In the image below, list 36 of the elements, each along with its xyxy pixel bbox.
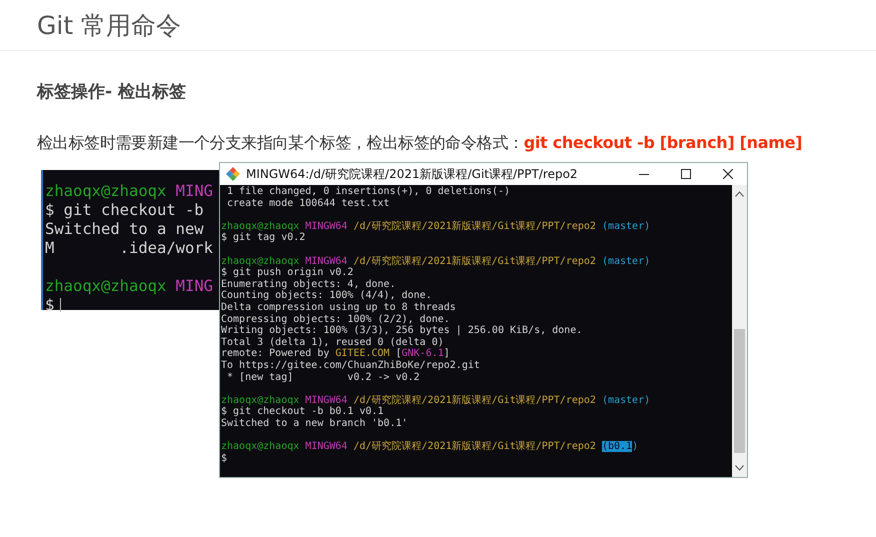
terminal-line: zhaoqx@zhaoqx MINGW64 /d/研究院课程/2021新版课程/Git课程/PPT/repo2 (master) [221, 220, 650, 232]
terminal-line: Switched to a new branch 'b0.1' [221, 418, 408, 430]
terminal-line: $ git checkout -b b0.1 v0.1 [221, 406, 384, 418]
terminal-line: zhaoqx@zhaoqx MINGW64 /d/研究院课程/2021新版课程/Git课程/PPT/repo2 (b0.1) [221, 440, 638, 453]
close-icon[interactable] [723, 169, 733, 179]
scroll-up-icon[interactable] [735, 191, 744, 197]
terminal-line: Compressing objects: 100% (2/2), done. [221, 314, 450, 325]
maximize-icon[interactable] [681, 169, 691, 179]
terminal-line: zhaoqx@zhaoqx MINGW64 /d/研究院课程/2021新版课程/Git课程/PPT/repo2 (master) [221, 394, 650, 406]
terminal-line: $ [45, 296, 62, 315]
terminal-line: zhaoqx@zhaoqx MINGW64 /d/研究院课程/2021新版课程/Git课程/PPT/repo2 (master) [221, 254, 650, 267]
terminal-line: $ [221, 452, 228, 464]
terminal-line: zhaoqx@zhaoqx MING [45, 276, 213, 296]
terminal-line: $ git tag v0.2 [221, 232, 306, 244]
terminal-line: Writing objects: 100% (3/3), 256 bytes | 256.00 KiB/s, done. [221, 325, 582, 337]
scrollbar[interactable] [732, 185, 747, 477]
terminal-line: * [new tag] v0.2 -> v0.2 [226, 372, 420, 384]
terminal-line: remote: Powered by GITEE.COM [GNK-6.1] [221, 348, 450, 360]
terminal-line: create mode 100644 test.txt [226, 198, 390, 210]
terminal-line: $ git push origin v0.2 [221, 267, 354, 279]
terminal-line: Enumerating objects: 4, done. [221, 278, 396, 290]
terminal-line: 1 file changed, 0 insertions(+), 0 deletions(-) [226, 186, 510, 198]
terminal-line: Delta compression using up to 8 threads [221, 302, 456, 314]
slide-title: Git 常用命令 [37, 10, 182, 42]
window-title: MINGW64:/d/研究院课程/2021新版课程/Git课程/PPT/repo2 [246, 166, 578, 182]
terminal-line: zhaoqx@zhaoqx MING [45, 182, 213, 201]
terminal-line: $ git checkout -b [45, 201, 204, 220]
terminal-line: M .idea/work [45, 239, 213, 258]
terminal-line: Switched to a new [45, 220, 204, 239]
description-text: 检出标签时需要新建一个分支来指向某个标签，检出标签的命令格式：git checkout -b [branch] [name] [37, 133, 804, 154]
terminal-line: Counting objects: 100% (4/4), done. [221, 290, 432, 302]
section-heading: 标签操作- 检出标签 [37, 81, 187, 103]
diamond-logo-icon [226, 167, 240, 181]
scroll-down-icon[interactable] [735, 465, 744, 471]
terminal-line: Total 3 (delta 1), reused 0 (delta 0) [221, 336, 444, 348]
terminal-line: To https://gitee.com/ChuanZhiBoKe/repo2.git [221, 360, 480, 372]
